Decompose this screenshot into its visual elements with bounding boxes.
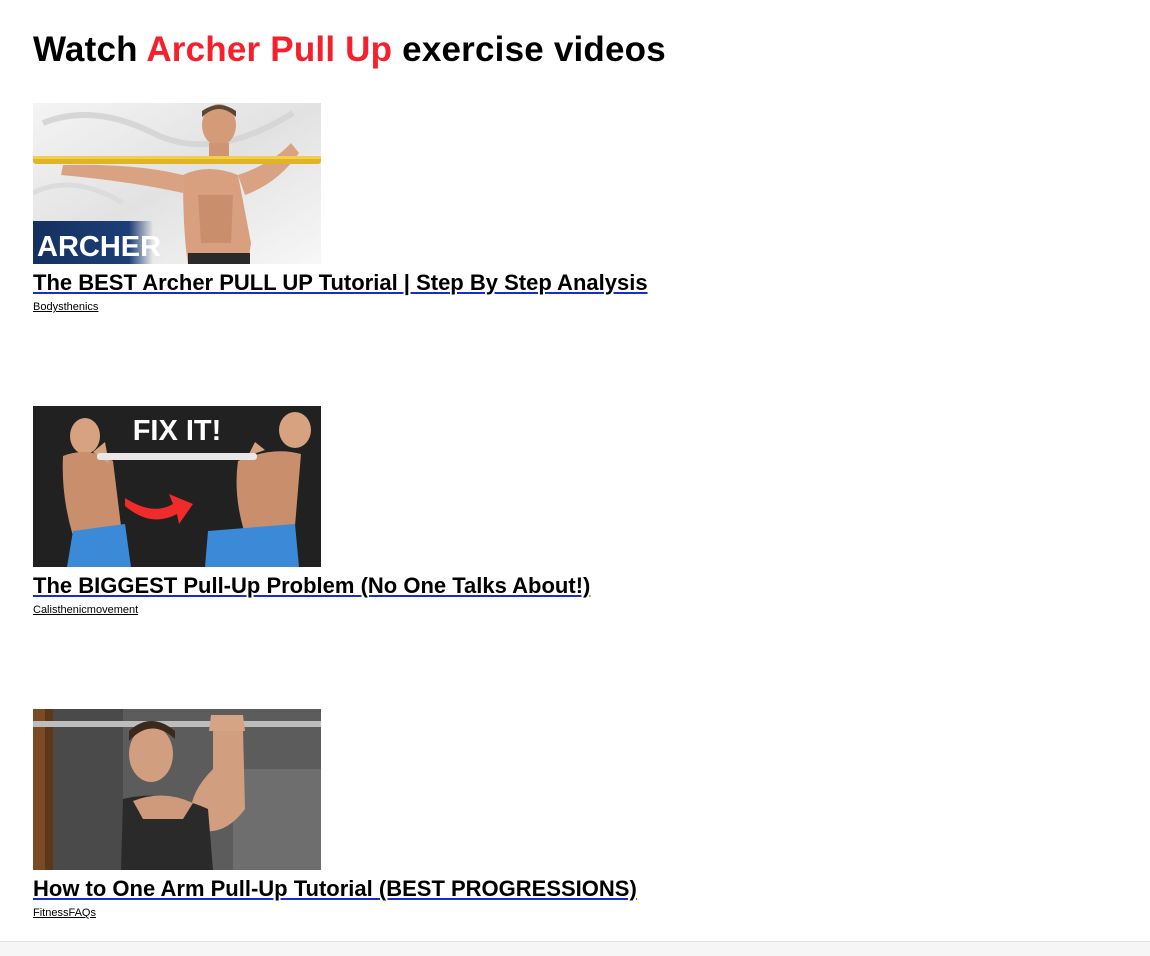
title-suffix: exercise videos [392,30,666,69]
thumbnail-image: FIX IT! [33,406,321,567]
page: Watch Archer Pull Up exercise videos ARC… [0,0,1150,956]
video-card: FIX IT! The BIGGEST Pull-Up Problem (No … [33,406,753,618]
bottom-bar [0,941,1150,956]
title-prefix: Watch [33,30,147,69]
thumbnail-label: FIX IT! [133,415,222,447]
video-title-link[interactable]: The BEST Archer PULL UP Tutorial | Step … [33,269,753,297]
channel-link[interactable]: Bodysthenics [33,300,98,314]
thumbnail-label: ARCHER [37,231,161,263]
video-title-link[interactable]: How to One Arm Pull-Up Tutorial (BEST PR… [33,875,753,903]
video-thumbnail[interactable]: ARCHER [33,103,321,264]
video-card: ARCHER The BEST Archer PULL UP Tutorial … [33,103,753,315]
video-thumbnail[interactable] [33,709,321,870]
thumbnail-image: ARCHER [33,103,321,264]
channel-link[interactable]: FitnessFAQs [33,906,96,920]
page-title: Watch Archer Pull Up exercise videos [33,28,666,72]
video-title-link[interactable]: The BIGGEST Pull-Up Problem (No One Talk… [33,572,753,600]
thumbnail-image [33,709,321,870]
title-exercise-name: Archer Pull Up [146,30,393,69]
channel-link[interactable]: Calisthenicmovement [33,603,138,617]
video-card: How to One Arm Pull-Up Tutorial (BEST PR… [33,709,753,921]
video-thumbnail[interactable]: FIX IT! [33,406,321,567]
